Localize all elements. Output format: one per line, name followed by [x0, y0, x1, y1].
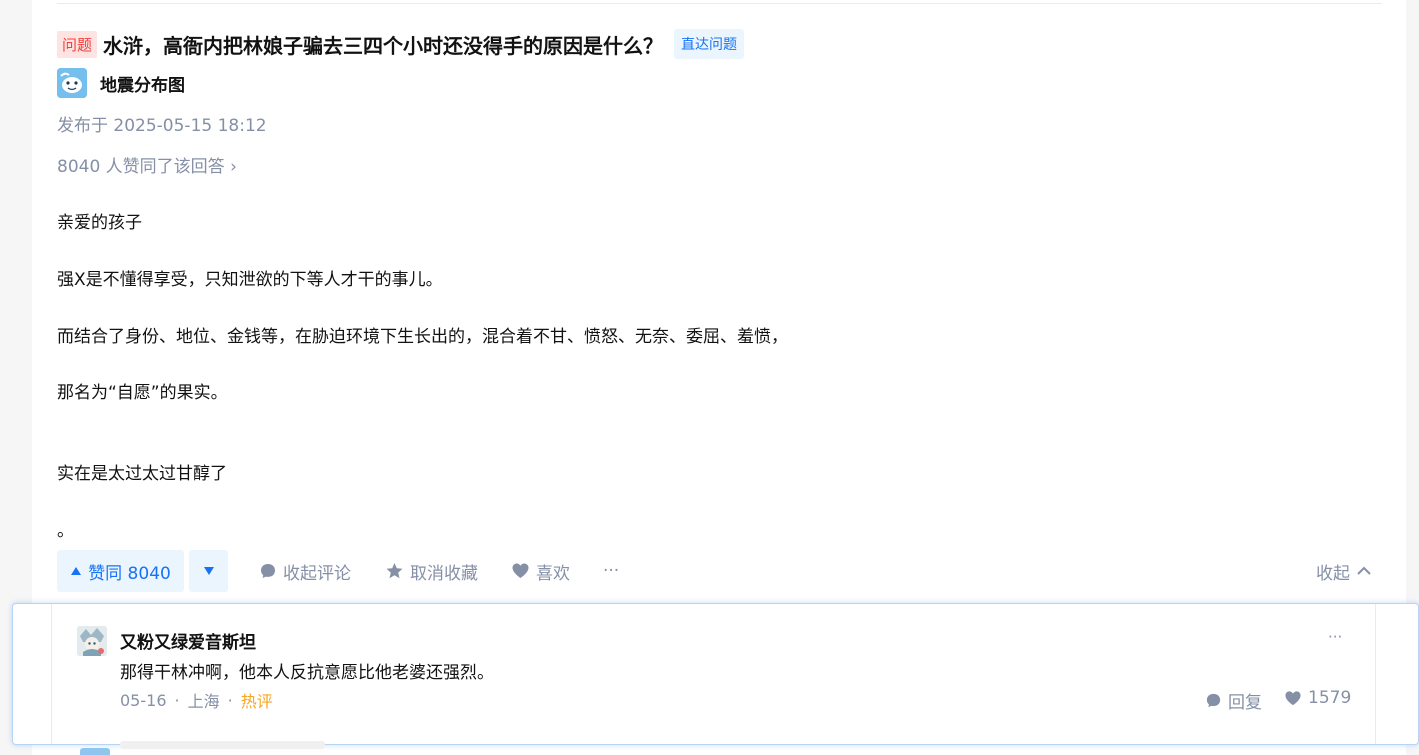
avatar[interactable]	[57, 68, 87, 98]
next-comment-name-edge	[120, 741, 325, 749]
paragraph: 亲爱的孩子	[57, 213, 142, 233]
collect-label: 取消收藏	[410, 563, 478, 584]
paragraph: 强X是不懂得享受，只知泄欲的下等人才干的事儿。	[57, 270, 443, 290]
uncollect-button[interactable]: 取消收藏	[385, 550, 478, 592]
upvote-button[interactable]: 赞同 8040	[57, 550, 184, 592]
next-comment-avatar-edge	[80, 748, 110, 755]
comment-item: 又粉又绿爱音斯坦 ··· 那得干林冲啊，他本人反抗意愿比他老婆还强烈。 05-1…	[12, 603, 1419, 745]
reply-button[interactable]: 回复	[1205, 688, 1262, 713]
divider	[57, 3, 1382, 4]
comment-date: 05-16	[120, 690, 167, 710]
question-tag: 问题	[57, 30, 98, 58]
hot-comment-badge: 热评	[240, 692, 273, 711]
collapse-comments-button[interactable]: 收起评论	[259, 550, 351, 592]
paragraph: 那名为“自愿”的果实。	[57, 383, 228, 403]
triangle-up-icon	[71, 567, 82, 575]
collapse-answer-button[interactable]: 收起	[1316, 550, 1372, 592]
comment-more-button[interactable]: ···	[1328, 628, 1342, 646]
paragraph: 。	[57, 521, 74, 541]
chevron-up-icon	[1357, 566, 1371, 575]
comment-like-count: 1579	[1308, 688, 1352, 708]
heart-icon	[512, 563, 529, 578]
more-options-button[interactable]: ···	[603, 550, 619, 592]
action-bar: 赞同 8040 收起评论 取消收藏 喜欢 ··· 收起	[57, 550, 1382, 592]
question-row: 问题 水浒，高衙内把林娘子骗去三四个小时还没得手的原因是什么？ 直达问题	[57, 29, 745, 59]
triangle-down-icon	[203, 567, 214, 575]
question-title[interactable]: 水浒，高衙内把林娘子骗去三四个小时还没得手的原因是什么？	[103, 30, 663, 59]
author-row: 地震分布图	[57, 68, 185, 98]
like-label: 喜欢	[536, 563, 570, 584]
comment-text: 那得干林冲啊，他本人反抗意愿比他老婆还强烈。	[120, 663, 494, 683]
paragraph: 实在是太过太过甘醇了	[57, 464, 227, 484]
comment-panel-border-right	[1375, 604, 1376, 744]
paragraph: 而结合了身份、地位、金钱等，在胁迫环境下生长出的，混合着不甘、愤怒、无奈、委屈、…	[57, 327, 788, 347]
page: 问题 水浒，高衙内把林娘子骗去三四个小时还没得手的原因是什么？ 直达问题 地震分…	[0, 0, 1419, 755]
comment-avatar[interactable]	[77, 626, 107, 656]
downvote-button[interactable]	[189, 550, 228, 592]
comment-bubble-icon	[261, 564, 275, 578]
comment-bubble-icon	[1206, 693, 1221, 708]
reply-label: 回复	[1228, 693, 1262, 713]
go-to-question-button[interactable]: 直达问题	[674, 29, 745, 59]
heart-icon	[1285, 690, 1301, 705]
cartoon-whale-icon	[57, 68, 87, 98]
collapse-label: 收起	[1316, 563, 1350, 584]
separator-dot: ·	[227, 690, 233, 710]
comment-label: 收起评论	[283, 563, 351, 584]
publish-time[interactable]: 发布于 2025-05-15 18:12	[57, 111, 267, 136]
upvote-label: 赞同 8040	[88, 563, 171, 584]
comment-author-name[interactable]: 又粉又绿爱音斯坦	[120, 628, 256, 653]
comment-like-button[interactable]: 1579	[1284, 688, 1351, 708]
comment-location: 上海	[187, 692, 220, 711]
like-button[interactable]: 喜欢	[511, 550, 570, 592]
star-icon	[386, 563, 403, 579]
more-icon: ···	[603, 561, 620, 581]
separator-dot: ·	[174, 690, 180, 710]
author-name[interactable]: 地震分布图	[100, 71, 185, 96]
anime-character-avatar-icon	[77, 626, 107, 656]
comment-meta: 05-16 · 上海 · 热评	[120, 688, 273, 712]
votes-summary-link[interactable]: 8040 人赞同了该回答 ›	[57, 152, 237, 177]
comment-panel-border-left	[51, 604, 52, 744]
